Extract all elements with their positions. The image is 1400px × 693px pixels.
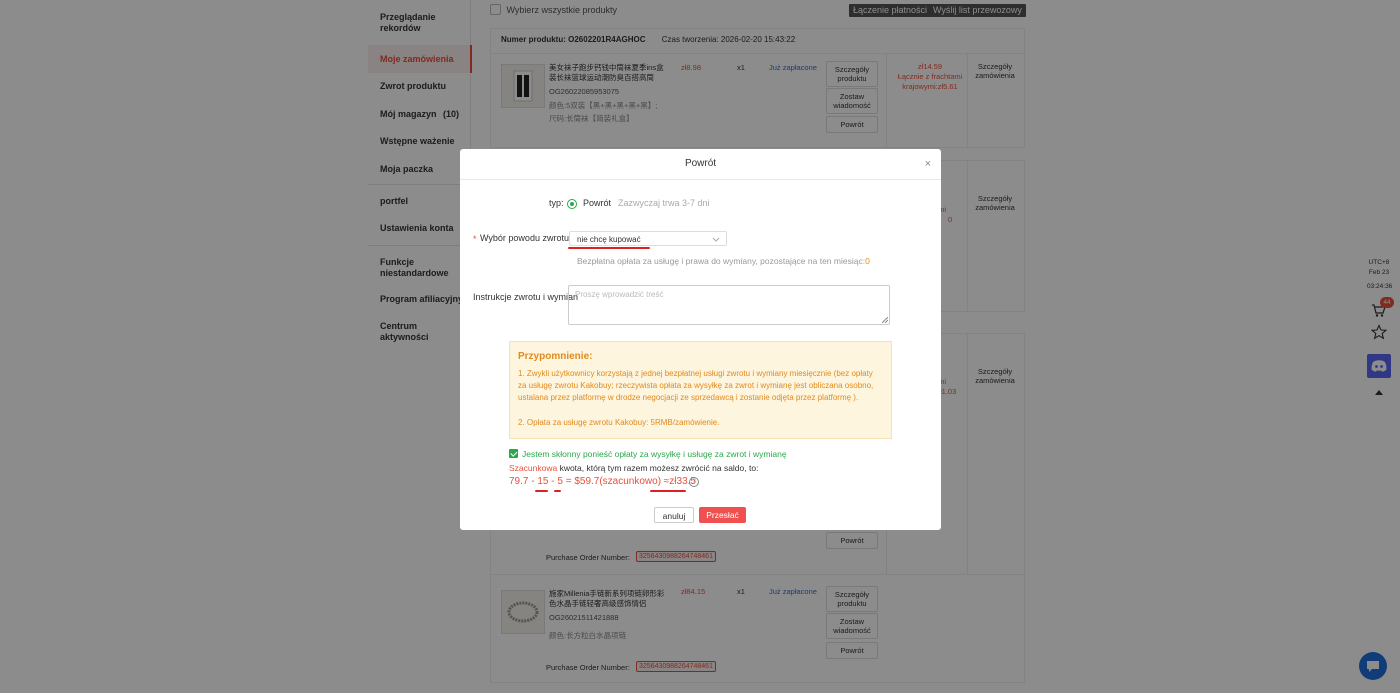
help-icon[interactable]: ? — [689, 477, 699, 487]
reason-label: Wybór powodu zwrotu i — [480, 233, 574, 243]
agree-checkbox[interactable] — [509, 449, 518, 458]
estimate-word: Szacunkowa — [509, 463, 558, 473]
reminder-title: Przypomnienie: — [518, 351, 593, 362]
estimate-line: Szacunkowa kwota, którą tym razem możesz… — [509, 463, 758, 473]
annotation-underline — [554, 490, 561, 492]
submit-button[interactable]: Przesłać — [699, 507, 746, 523]
annotation-underline — [650, 490, 686, 492]
free-service-note: Bezpłatna opłata za usługę i prawa do wy… — [577, 256, 870, 266]
annotation-underline — [568, 247, 650, 249]
chevron-down-icon — [712, 232, 720, 252]
type-radio[interactable] — [567, 199, 577, 209]
type-hint: Zazwyczaj trwa 3-7 dni — [618, 198, 710, 208]
free-service-text: Bezpłatna opłata za usługę i prawa do wy… — [577, 256, 866, 266]
dialog-title: Powrót — [460, 149, 941, 180]
close-icon[interactable]: × — [925, 158, 931, 170]
page: Przeglądanie rekordów Moje zamówienia Zw… — [0, 0, 1400, 693]
refund-formula: 79.7 - 15 - 5 = $59.7(szacunkowo) ≈zł33.… — [509, 476, 696, 487]
estimate-text: kwota, którą tym razem możesz zwrócić na… — [557, 463, 759, 473]
reminder-box: Przypomnienie: 1. Zwykli użytkownicy kor… — [509, 341, 892, 439]
resize-handle-icon[interactable] — [882, 317, 888, 323]
return-reason-select[interactable]: nie chcę kupować — [569, 231, 727, 246]
free-service-count: 0 — [865, 256, 870, 266]
cancel-button[interactable]: anuluj — [654, 507, 694, 523]
instructions-textarea[interactable]: Proszę wprowadzić treść — [568, 285, 890, 325]
type-label: typ: — [549, 198, 564, 208]
agree-label: Jestem skłonny ponieść opłaty za wysyłkę… — [522, 449, 787, 459]
reminder-item-1: 1. Zwykli użytkownicy korzystają z jedne… — [518, 369, 874, 402]
required-mark: * — [473, 234, 477, 244]
annotation-underline — [535, 490, 548, 492]
instructions-placeholder: Proszę wprowadzić treść — [575, 290, 664, 299]
instructions-label: Instrukcje zwrotu i wymian — [473, 292, 579, 302]
reminder-item-2: 2. Opłata za usługę zwrotu Kakobuy: 5RMB… — [518, 418, 720, 427]
type-value: Powrót — [583, 198, 612, 208]
selected-reason: nie chcę kupować — [577, 235, 641, 244]
